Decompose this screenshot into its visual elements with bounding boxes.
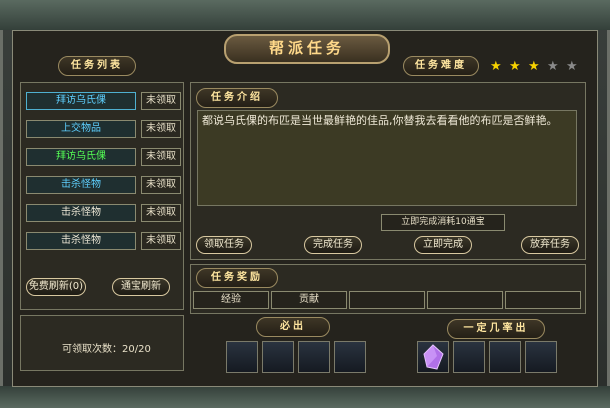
bottom-decoration (0, 386, 610, 408)
task-item[interactable]: 拜访乌氏倮 (26, 148, 136, 166)
complete-task-button[interactable]: 完成任务 (304, 236, 362, 254)
task-status: 未领取 (141, 232, 181, 250)
star-filled-icon: ★ (528, 59, 540, 74)
possible-drop-slot[interactable] (525, 341, 557, 373)
star-filled-icon: ★ (490, 59, 502, 74)
task-item[interactable]: 拜访乌氏倮 (26, 92, 136, 110)
possible-drop-slot[interactable] (489, 341, 521, 373)
abandon-task-button[interactable]: 放弃任务 (521, 236, 579, 254)
reward-cell (505, 291, 581, 309)
possible-drop-header: 一定几率出 (447, 319, 545, 339)
task-item[interactable]: 击杀怪物 (26, 204, 136, 222)
task-status: 未领取 (141, 204, 181, 222)
task-reward-header: 任务奖励 (196, 268, 278, 288)
claim-count: 可领取次数：20/20 (62, 340, 151, 355)
accept-task-button[interactable]: 领取任务 (196, 236, 252, 254)
instant-complete-button[interactable]: 立即完成 (414, 236, 472, 254)
task-list-panel (20, 82, 184, 310)
possible-drop-slot[interactable] (417, 341, 449, 373)
purple-crystal-icon (423, 344, 444, 370)
task-status: 未领取 (141, 148, 181, 166)
top-decoration (0, 0, 610, 30)
must-drop-slot[interactable] (298, 341, 330, 373)
window-title: 帮派任务 (224, 34, 390, 64)
task-status: 未领取 (141, 92, 181, 110)
task-intro-header: 任务介绍 (196, 88, 278, 108)
task-item[interactable]: 击杀怪物 (26, 232, 136, 250)
star-filled-icon: ★ (509, 59, 521, 74)
instant-cost-note: 立即完成消耗10通宝 (381, 214, 505, 231)
reward-cell: 贡献 (271, 291, 347, 309)
must-drop-slot[interactable] (262, 341, 294, 373)
claim-count-label: 可领取次数： (62, 344, 122, 355)
must-drop-slot[interactable] (334, 341, 366, 373)
star-empty-icon: ★ (566, 59, 578, 74)
gold-refresh-button[interactable]: 通宝刷新 (112, 278, 170, 296)
claim-count-value: 20/20 (122, 344, 151, 355)
task-status: 未领取 (141, 176, 181, 194)
must-drop-slot[interactable] (226, 341, 258, 373)
task-description: 都说乌氏倮的布匹是当世最鲜艳的佳品,你替我去看看他的布匹是否鲜艳。 (197, 110, 577, 206)
task-status: 未领取 (141, 120, 181, 138)
task-item[interactable]: 上交物品 (26, 120, 136, 138)
possible-drop-slot[interactable] (453, 341, 485, 373)
star-empty-icon: ★ (547, 59, 559, 74)
task-list-header: 任务列表 (58, 56, 136, 76)
reward-cell (349, 291, 425, 309)
task-item[interactable]: 击杀怪物 (26, 176, 136, 194)
difficulty-header: 任务难度 (403, 56, 479, 76)
free-refresh-button[interactable]: 免费刷新(0) (26, 278, 86, 296)
reward-cell (427, 291, 503, 309)
must-drop-header: 必出 (256, 317, 330, 337)
reward-cell: 经验 (193, 291, 269, 309)
